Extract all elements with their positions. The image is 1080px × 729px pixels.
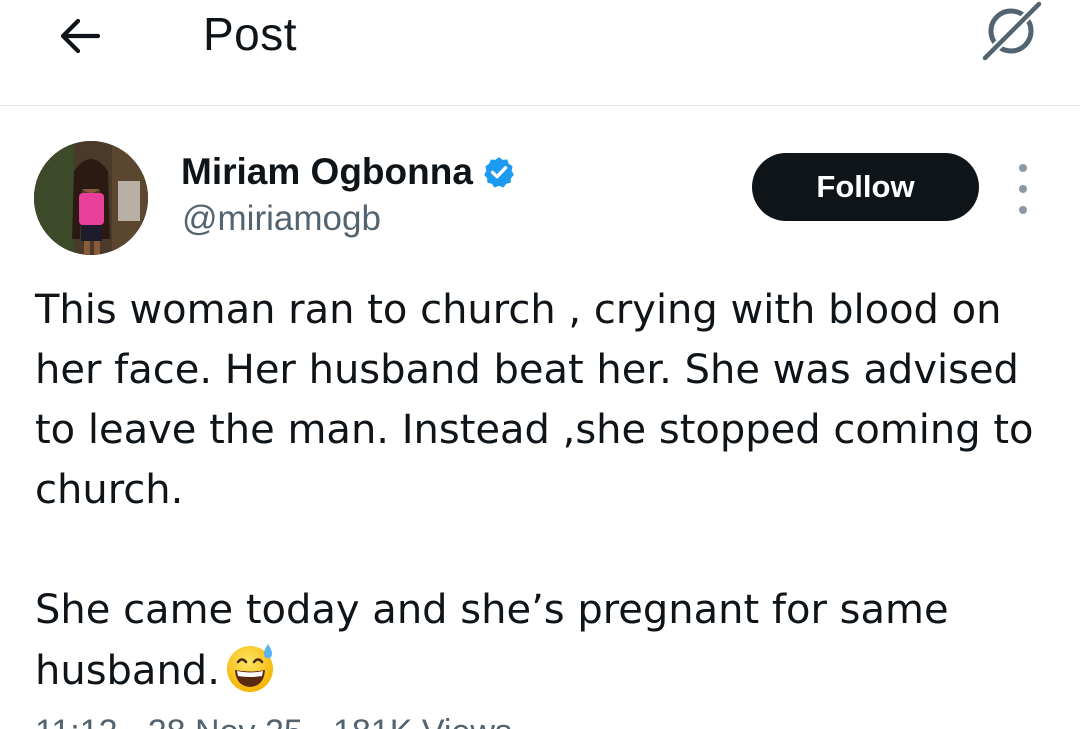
post-text: This woman ran to church , crying with b… bbox=[35, 280, 1045, 701]
more-vertical-icon-dot bbox=[1019, 206, 1027, 214]
top-bar: Post bbox=[0, 0, 1080, 106]
verified-badge-icon[interactable] bbox=[482, 155, 516, 189]
arrow-left-icon bbox=[60, 18, 101, 54]
author-handle[interactable]: @miriamogb bbox=[182, 197, 381, 241]
post-paragraph: This woman ran to church , crying with b… bbox=[35, 287, 1034, 513]
post-meta: 11:12 · 28 Nov 25 · 181K Views bbox=[35, 712, 512, 729]
post-paragraph: She came today and she’s pregnant for sa… bbox=[35, 580, 1045, 701]
post-paragraph-text: She came today and she’s pregnant for sa… bbox=[35, 587, 949, 694]
back-button[interactable] bbox=[50, 6, 110, 66]
avatar[interactable] bbox=[34, 141, 148, 255]
author-name-row[interactable]: Miriam Ogbonna bbox=[181, 150, 516, 194]
grinning-face-with-sweat-icon bbox=[226, 644, 273, 692]
more-vertical-icon-dot bbox=[1019, 185, 1027, 193]
post-page: Post Miriam Ogbonna @miriamogb Follow Th… bbox=[0, 0, 1080, 729]
profile-photo bbox=[34, 141, 148, 255]
grok-icon bbox=[980, 0, 1044, 62]
more-options-button[interactable] bbox=[1006, 164, 1040, 214]
page-title: Post bbox=[203, 8, 298, 60]
grok-button[interactable] bbox=[970, 0, 1050, 62]
follow-button[interactable]: Follow bbox=[752, 153, 979, 221]
author-name[interactable]: Miriam Ogbonna bbox=[181, 150, 473, 194]
more-vertical-icon-dot bbox=[1019, 164, 1027, 172]
